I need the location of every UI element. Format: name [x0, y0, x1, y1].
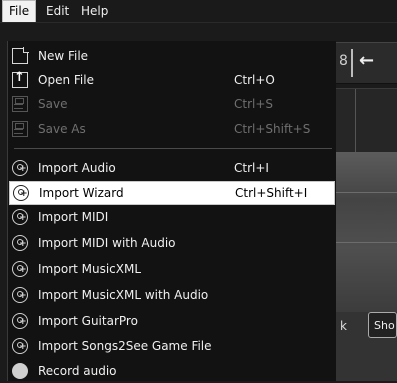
background-partial-label: k	[340, 319, 347, 333]
new-file-icon	[12, 47, 29, 64]
save-icon	[12, 96, 28, 112]
menu-item-label: Import Songs2See Game File	[38, 339, 212, 353]
menu-item-shortcut: Ctrl+S	[234, 97, 274, 111]
menu-item-import-wizard[interactable]: Import Wizard Ctrl+Shift+I	[9, 181, 335, 205]
menu-item-label: Save	[38, 97, 68, 111]
menu-item-label: Import MusicXML	[38, 262, 142, 276]
menu-item-shortcut: Ctrl+Shift+I	[235, 186, 308, 200]
menu-item-new-file[interactable]: New File	[8, 44, 336, 68]
menu-item-save-as[interactable]: Save As Ctrl+Shift+S	[8, 117, 336, 141]
menu-item-save[interactable]: Save Ctrl+S	[8, 92, 336, 116]
toolbar-value: 8	[339, 53, 348, 69]
menu-item-label: Save As	[38, 122, 86, 136]
background-track-header	[335, 88, 397, 153]
record-icon	[12, 363, 28, 379]
import-audio-icon	[12, 160, 28, 176]
background-track-panel	[335, 152, 397, 312]
menu-item-import-midi-with-audio[interactable]: Import MIDI with Audio	[8, 231, 336, 255]
menu-item-import-musicxml[interactable]: Import MusicXML	[8, 257, 336, 281]
menu-item-label: Import MIDI with Audio	[38, 236, 176, 250]
menu-item-label: Import GuitarPro	[38, 314, 138, 328]
menu-item-label: Open File	[38, 73, 94, 87]
import-musicxml-audio-icon	[12, 287, 28, 303]
import-wizard-icon	[13, 185, 29, 201]
background-toolbar: 8 ←	[335, 42, 397, 84]
import-midi-icon	[12, 209, 28, 225]
back-arrow-icon[interactable]: ←	[359, 50, 374, 71]
file-menu-dropdown: New File Open File Ctrl+O Save Ctrl+S Sa…	[7, 41, 336, 381]
menu-item-label: Import Wizard	[39, 186, 124, 200]
import-midi-audio-icon	[12, 235, 28, 251]
menu-item-open-file[interactable]: Open File Ctrl+O	[8, 68, 336, 92]
import-musicxml-icon	[12, 261, 28, 277]
menu-item-label: Record audio	[38, 364, 117, 378]
menu-item-record-audio[interactable]: Record audio	[8, 359, 336, 383]
menu-item-import-audio[interactable]: Import Audio Ctrl+I	[8, 156, 336, 180]
menu-separator	[14, 148, 332, 149]
menu-item-shortcut: Ctrl+O	[234, 73, 275, 87]
menu-item-import-musicxml-with-audio[interactable]: Import MusicXML with Audio	[8, 283, 336, 307]
menu-help[interactable]: Help	[75, 0, 114, 22]
toolbar-divider	[351, 49, 353, 77]
menu-item-shortcut: Ctrl+Shift+S	[234, 122, 311, 136]
menu-item-label: Import MusicXML with Audio	[38, 288, 209, 302]
menu-item-import-songs2see-game-file[interactable]: Import Songs2See Game File	[8, 334, 336, 358]
menu-item-import-midi[interactable]: Import MIDI	[8, 205, 336, 229]
menu-file[interactable]: File	[2, 0, 37, 22]
menu-item-shortcut: Ctrl+I	[234, 161, 269, 175]
import-guitarpro-icon	[12, 313, 28, 329]
open-file-icon	[12, 70, 28, 88]
menubar: File Edit Help	[0, 0, 397, 23]
save-as-icon	[12, 121, 28, 137]
menu-item-label: New File	[38, 49, 89, 63]
menu-edit[interactable]: Edit	[40, 0, 75, 22]
menu-item-label: Import MIDI	[38, 210, 109, 224]
menu-item-import-guitarpro[interactable]: Import GuitarPro	[8, 309, 336, 333]
import-songs2see-icon	[12, 338, 28, 354]
menu-item-label: Import Audio	[38, 161, 116, 175]
background-show-button[interactable]: Sho	[368, 312, 397, 338]
